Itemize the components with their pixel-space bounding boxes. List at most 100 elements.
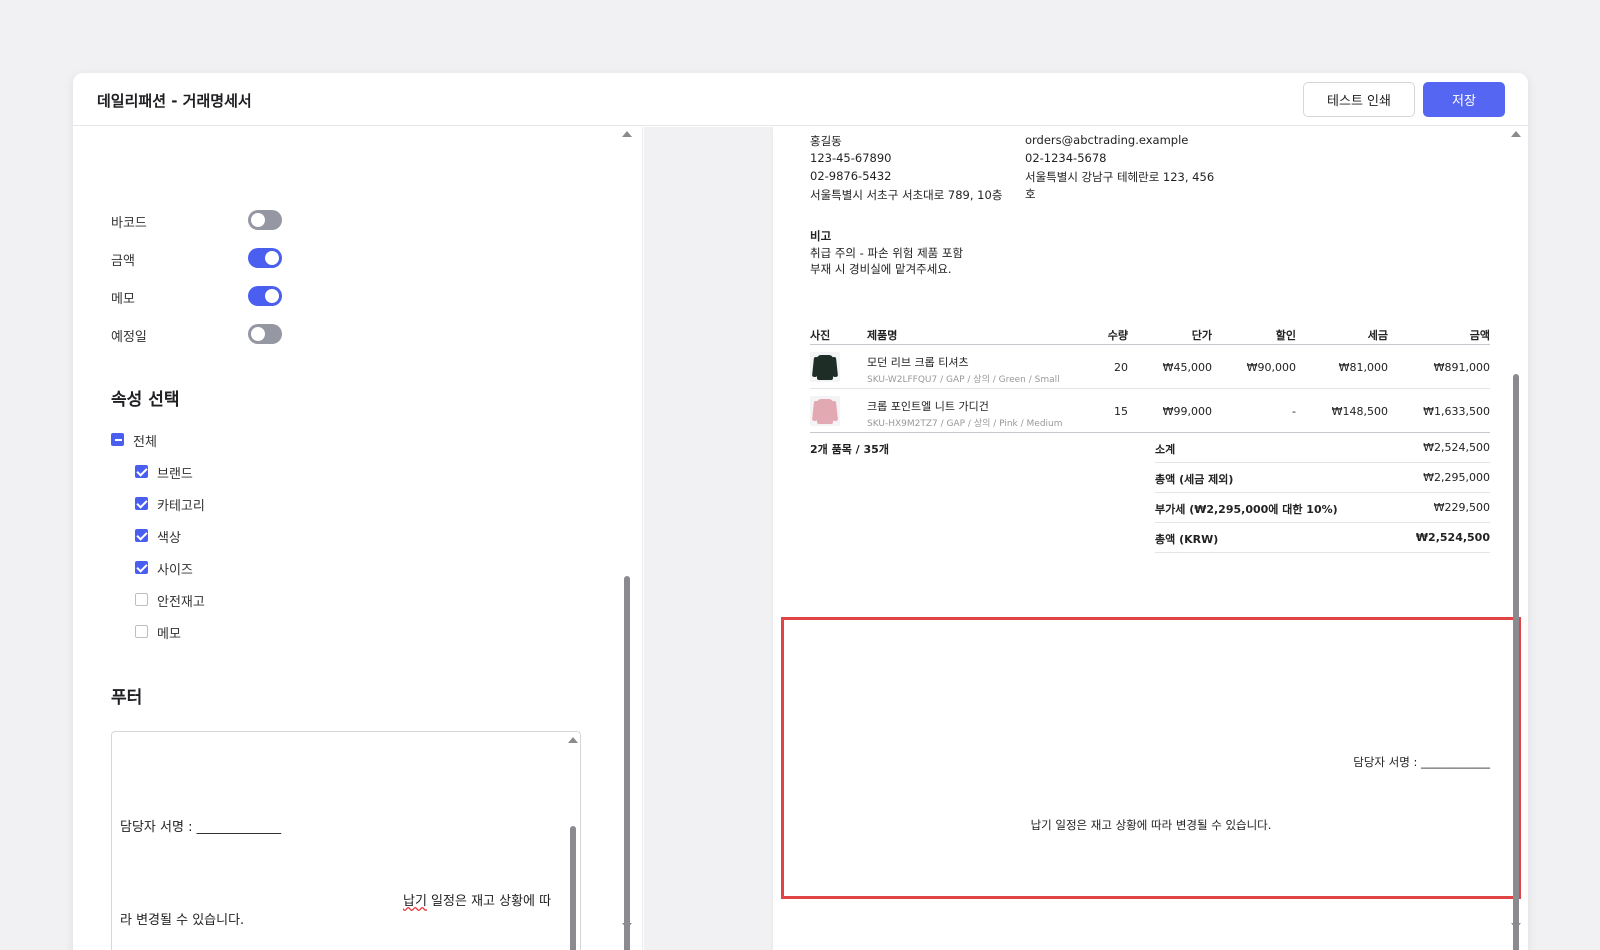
amount-toggle[interactable]	[248, 248, 282, 268]
toggle-knob	[265, 289, 279, 303]
product-discount: -	[1292, 405, 1296, 418]
save-button[interactable]: 저장	[1423, 82, 1505, 117]
product-unit-price: ₩45,000	[1162, 361, 1212, 374]
dialog-header: 데일리패션 - 거래명세서 테스트 인쇄 저장	[73, 73, 1528, 126]
col-tax: 세금	[1367, 329, 1388, 342]
invoice-preview: 홍길동 123-45-67890 02-9876-5432 서울특별시 서초구 …	[773, 127, 1528, 950]
checkbox-checked[interactable]	[135, 561, 148, 574]
checkbox-label: 안전재고	[157, 595, 205, 610]
checkbox-label: 카테고리	[157, 499, 205, 514]
toggle-label: 바코드	[111, 216, 147, 231]
summary-total-excl-tax: 총액 (세금 제외) ₩2,295,000	[1155, 463, 1490, 493]
toggle-row-due-date: 예정일	[111, 322, 291, 346]
toggle-knob	[251, 327, 265, 341]
footer-preview-signature: 담당자 서명 : ____________	[1353, 755, 1490, 769]
textarea-scrollbar[interactable]	[568, 734, 578, 950]
remarks-label: 비고	[810, 229, 832, 243]
attributes-heading: 속성 선택	[111, 390, 180, 410]
toggle-label: 예정일	[111, 330, 147, 345]
product-qty: 20	[1114, 361, 1128, 374]
summary-label: 부가세 (₩2,295,000에 대한 10%)	[1155, 503, 1338, 516]
summary-label: 소계	[1155, 443, 1176, 456]
scroll-up-arrow-icon[interactable]	[1511, 131, 1521, 137]
seller-phone: 02-9876-5432	[810, 169, 892, 183]
checkbox-unchecked[interactable]	[135, 625, 148, 638]
product-photo	[810, 352, 840, 382]
toggle-knob	[251, 213, 265, 227]
summary-vat: 부가세 (₩2,295,000에 대한 10%) ₩229,500	[1155, 493, 1490, 523]
summary-label: 총액 (세금 제외)	[1155, 473, 1234, 486]
checkbox-unchecked[interactable]	[135, 593, 148, 606]
product-sku: SKU-W2LFFQU7 / GAP / 상의 / Green / Small	[867, 375, 1060, 385]
remarks-line1: 취급 주의 - 파손 위험 제품 포함	[810, 246, 964, 260]
footer-note-text-line2: 라 변경될 수 있습니다.	[120, 913, 245, 928]
table-row: 크롭 포인트엘 니트 가디건 SKU-HX9M2TZ7 / GAP / 상의 /…	[810, 389, 1490, 433]
dialog-title: 데일리패션 - 거래명세서	[97, 92, 252, 110]
col-product-name: 제품명	[867, 329, 898, 342]
product-tax: ₩148,500	[1331, 405, 1388, 418]
col-discount: 할인	[1275, 329, 1296, 342]
toggle-row-amount: 금액	[111, 246, 291, 270]
checkbox-indeterminate[interactable]	[111, 433, 124, 446]
seller-address: 서울특별시 서초구 서초대로 789, 10층	[810, 188, 1003, 202]
footer-textarea[interactable]: 담당자 서명 : _____________ 납기 일정은 재고 상황에 따 라…	[111, 731, 581, 950]
footer-signature-text: 담당자 서명 : _____________	[120, 820, 282, 835]
summary-value: ₩229,500	[1433, 501, 1490, 514]
checkbox-label: 전체	[133, 435, 157, 450]
scroll-down-arrow-icon[interactable]	[1511, 923, 1521, 929]
summary-total: 총액 (KRW) ₩2,524,500	[1155, 523, 1490, 553]
product-sku: SKU-HX9M2TZ7 / GAP / 상의 / Pink / Medium	[867, 419, 1063, 429]
summary-value: ₩2,524,500	[1415, 531, 1490, 544]
buyer-phone: 02-1234-5678	[1025, 151, 1107, 165]
memo-toggle[interactable]	[248, 286, 282, 306]
shirt-icon	[817, 399, 833, 424]
checkbox-label: 색상	[157, 531, 181, 546]
toggle-row-memo: 메모	[111, 284, 291, 308]
item-count-summary: 2개 품목 / 35개	[810, 443, 889, 456]
buyer-address-line1: 서울특별시 강남구 테헤란로 123, 456	[1025, 170, 1215, 184]
summary-label: 총액 (KRW)	[1155, 533, 1219, 546]
footer-preview-highlight: 담당자 서명 : ____________ 납기 일정은 재고 상황에 따라 변…	[781, 617, 1521, 899]
checkbox-label: 브랜드	[157, 467, 193, 482]
toggle-label: 메모	[111, 292, 135, 307]
buyer-address-line2: 호	[1025, 187, 1036, 201]
barcode-toggle[interactable]	[248, 210, 282, 230]
checkbox-checked[interactable]	[135, 497, 148, 510]
product-amount: ₩891,000	[1433, 361, 1490, 374]
scroll-down-arrow-icon[interactable]	[622, 923, 632, 929]
textarea-scroll-thumb[interactable]	[570, 826, 576, 950]
product-tax: ₩81,000	[1338, 361, 1388, 374]
seller-reg-no: 123-45-67890	[810, 151, 892, 165]
toggle-row-barcode: 바코드	[111, 208, 291, 232]
settings-scrollbar[interactable]	[621, 131, 633, 950]
toggle-knob	[265, 251, 279, 265]
preview-scroll-thumb[interactable]	[1513, 374, 1519, 950]
scroll-up-arrow-icon[interactable]	[568, 737, 578, 743]
preview-scrollbar[interactable]	[1510, 131, 1522, 950]
product-qty: 15	[1114, 405, 1128, 418]
product-amount: ₩1,633,500	[1423, 405, 1490, 418]
checkbox-label: 메모	[157, 627, 181, 642]
checkbox-checked[interactable]	[135, 529, 148, 542]
col-photo: 사진	[810, 329, 831, 342]
summary-value: ₩2,524,500	[1423, 441, 1490, 454]
test-print-button[interactable]: 테스트 인쇄	[1303, 82, 1415, 117]
footer-preview-note: 납기 일정은 재고 상황에 따라 변경될 수 있습니다.	[1030, 818, 1272, 832]
spellcheck-word: 납기	[403, 894, 427, 909]
product-unit-price: ₩99,000	[1162, 405, 1212, 418]
scroll-up-arrow-icon[interactable]	[622, 131, 632, 137]
col-qty: 수량	[1107, 329, 1128, 342]
seller-name: 홍길동	[810, 134, 842, 148]
product-name: 크롭 포인트엘 니트 가디건	[867, 400, 989, 413]
col-amount: 금액	[1469, 329, 1490, 342]
summary-subtotal: 소계 ₩2,524,500	[1155, 433, 1490, 463]
dialog-window: 데일리패션 - 거래명세서 테스트 인쇄 저장 바코드 금액 메모 예정일 속성…	[73, 73, 1528, 950]
product-discount: ₩90,000	[1246, 361, 1296, 374]
footer-heading: 푸터	[111, 688, 143, 708]
product-photo	[810, 396, 840, 426]
checkbox-label: 사이즈	[157, 563, 193, 578]
settings-scroll-thumb[interactable]	[624, 576, 630, 950]
summary-value: ₩2,295,000	[1423, 471, 1490, 484]
checkbox-checked[interactable]	[135, 465, 148, 478]
due-date-toggle[interactable]	[248, 324, 282, 344]
